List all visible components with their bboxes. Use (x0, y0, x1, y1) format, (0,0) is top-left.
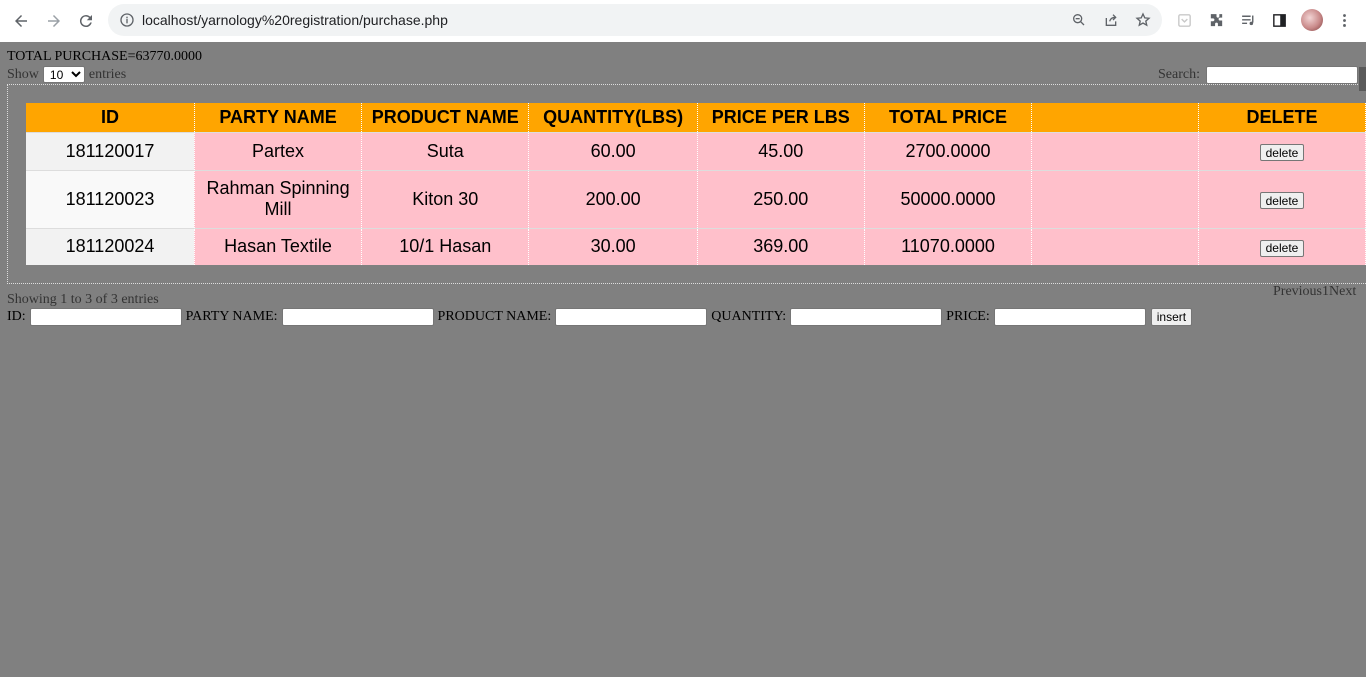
quantity-field[interactable] (790, 308, 943, 326)
cell-quantity: 60.00 (528, 131, 698, 170)
header-party-name[interactable]: PARTY NAME (194, 103, 363, 132)
header-product-name[interactable]: PRODUCT NAME (361, 103, 530, 132)
cell-product-name: Suta (361, 131, 530, 170)
cell-delete: delete (1198, 131, 1366, 170)
cell-party-name: Partex (194, 131, 363, 170)
address-bar[interactable]: localhost/yarnology%20registration/purch… (108, 4, 1162, 36)
party-name-label: PARTY NAME: (185, 309, 278, 324)
more-menu-icon[interactable] (1335, 11, 1353, 29)
cell-price: 250.00 (697, 169, 865, 228)
cell-total: 2700.0000 (864, 131, 1033, 170)
entries-label: entries (88, 66, 127, 82)
cell-blank (1031, 131, 1199, 170)
delete-button[interactable]: delete (1259, 144, 1305, 161)
media-queue-icon[interactable] (1239, 11, 1257, 29)
next-link[interactable]: Next (1329, 284, 1356, 299)
length-control: Show 10 entries (7, 66, 126, 83)
price-field[interactable] (993, 308, 1146, 326)
site-info-icon[interactable] (118, 11, 136, 29)
insert-form: ID: PARTY NAME: PRODUCT NAME: QUANTITY: … (7, 308, 1193, 326)
cell-id: 181120017 (26, 131, 195, 170)
page-content: TOTAL PURCHASE=63770.0000 Show 10 entrie… (0, 42, 1366, 677)
search-label: Search: (1158, 67, 1200, 82)
entries-select[interactable]: 10 (42, 66, 85, 83)
cell-party-name: Hasan Textile (194, 227, 363, 265)
bookmark-star-icon[interactable] (1134, 11, 1152, 29)
table-row: 181120017 Partex Suta 60.00 45.00 2700.0… (26, 131, 1366, 170)
party-name-field[interactable] (281, 308, 434, 326)
cell-delete: delete (1198, 169, 1366, 228)
scrollbar-thumb[interactable] (1359, 67, 1366, 91)
table-wrapper: ID PARTY NAME PRODUCT NAME QUANTITY(LBS)… (7, 84, 1366, 284)
table-info: Showing 1 to 3 of 3 entries (7, 292, 159, 307)
cell-price: 369.00 (697, 227, 865, 265)
pocket-extension-icon[interactable] (1175, 11, 1193, 29)
id-field[interactable] (29, 308, 182, 326)
delete-button[interactable]: delete (1259, 192, 1305, 209)
table-header-row: ID PARTY NAME PRODUCT NAME QUANTITY(LBS)… (26, 103, 1366, 132)
header-price-per-lbs[interactable]: PRICE PER LBS (697, 103, 865, 132)
cell-id: 181120023 (26, 169, 195, 228)
cell-id: 181120024 (26, 227, 195, 265)
cell-party-name: Rahman Spinning Mill (194, 169, 363, 228)
product-name-label: PRODUCT NAME: (437, 309, 552, 324)
share-icon[interactable] (1102, 11, 1120, 29)
purchase-table: ID PARTY NAME PRODUCT NAME QUANTITY(LBS)… (26, 103, 1366, 265)
price-label: PRICE: (946, 309, 990, 324)
cell-quantity: 30.00 (528, 227, 698, 265)
header-quantity[interactable]: QUANTITY(LBS) (528, 103, 698, 132)
profile-avatar[interactable] (1301, 9, 1323, 31)
quantity-label: QUANTITY: (711, 309, 787, 324)
show-label: Show (7, 66, 39, 82)
side-panel-icon[interactable] (1270, 11, 1288, 29)
search-input[interactable] (1205, 66, 1358, 84)
search-control: Search: (1158, 66, 1358, 84)
pagination: Previous1Next (1273, 284, 1356, 300)
insert-button[interactable]: insert (1150, 308, 1193, 326)
cell-total: 11070.0000 (864, 227, 1033, 265)
cell-quantity: 200.00 (528, 169, 698, 228)
header-blank[interactable] (1031, 103, 1199, 132)
previous-link[interactable]: Previous (1273, 284, 1322, 299)
cell-total: 50000.0000 (864, 169, 1033, 228)
table-row: 181120024 Hasan Textile 10/1 Hasan 30.00… (26, 227, 1366, 265)
product-name-field[interactable] (555, 308, 708, 326)
id-label: ID: (7, 309, 26, 324)
cell-product-name: 10/1 Hasan (361, 227, 530, 265)
cell-price: 45.00 (697, 131, 865, 170)
total-purchase: TOTAL PURCHASE=63770.0000 (7, 49, 203, 64)
back-icon[interactable] (9, 9, 33, 33)
forward-icon[interactable] (42, 9, 66, 33)
cell-product-name: Kiton 30 (361, 169, 530, 228)
cell-blank (1031, 169, 1199, 228)
url-text[interactable]: localhost/yarnology%20registration/purch… (142, 12, 448, 28)
zoom-icon[interactable] (1070, 11, 1088, 29)
header-id[interactable]: ID (26, 103, 195, 132)
header-delete[interactable]: DELETE (1198, 103, 1366, 132)
page-link-1[interactable]: 1 (1322, 284, 1329, 299)
cell-blank (1031, 227, 1199, 265)
table-row: 181120023 Rahman Spinning Mill Kiton 30 … (26, 169, 1366, 228)
cell-delete: delete (1198, 227, 1366, 265)
header-total-price[interactable]: TOTAL PRICE (864, 103, 1033, 132)
reload-icon[interactable] (74, 9, 98, 33)
delete-button[interactable]: delete (1259, 239, 1305, 257)
extensions-puzzle-icon[interactable] (1207, 11, 1225, 29)
browser-toolbar: localhost/yarnology%20registration/purch… (0, 0, 1366, 42)
